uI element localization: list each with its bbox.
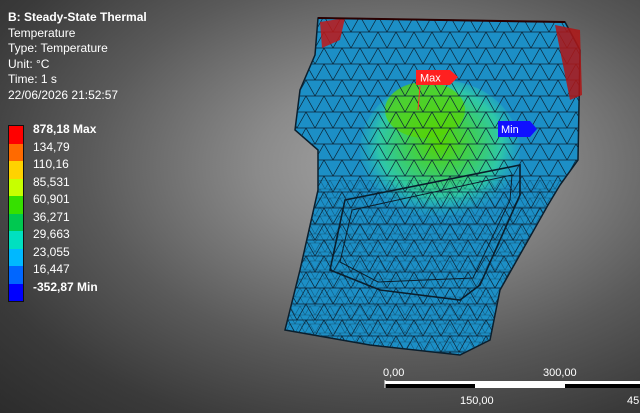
scale-label-0: 0,00 xyxy=(383,367,405,379)
scale-bar xyxy=(384,380,640,388)
mesh-model-view[interactable]: Max Min xyxy=(0,0,640,413)
scale-label-300: 300,00 xyxy=(543,367,577,379)
max-probe-label: Max xyxy=(420,73,441,85)
scale-label-450: 45 xyxy=(627,395,640,407)
min-probe[interactable]: Min xyxy=(498,121,537,137)
scale-label-150: 150,00 xyxy=(460,395,494,407)
part-body xyxy=(284,17,582,356)
min-probe-label: Min xyxy=(501,124,519,136)
